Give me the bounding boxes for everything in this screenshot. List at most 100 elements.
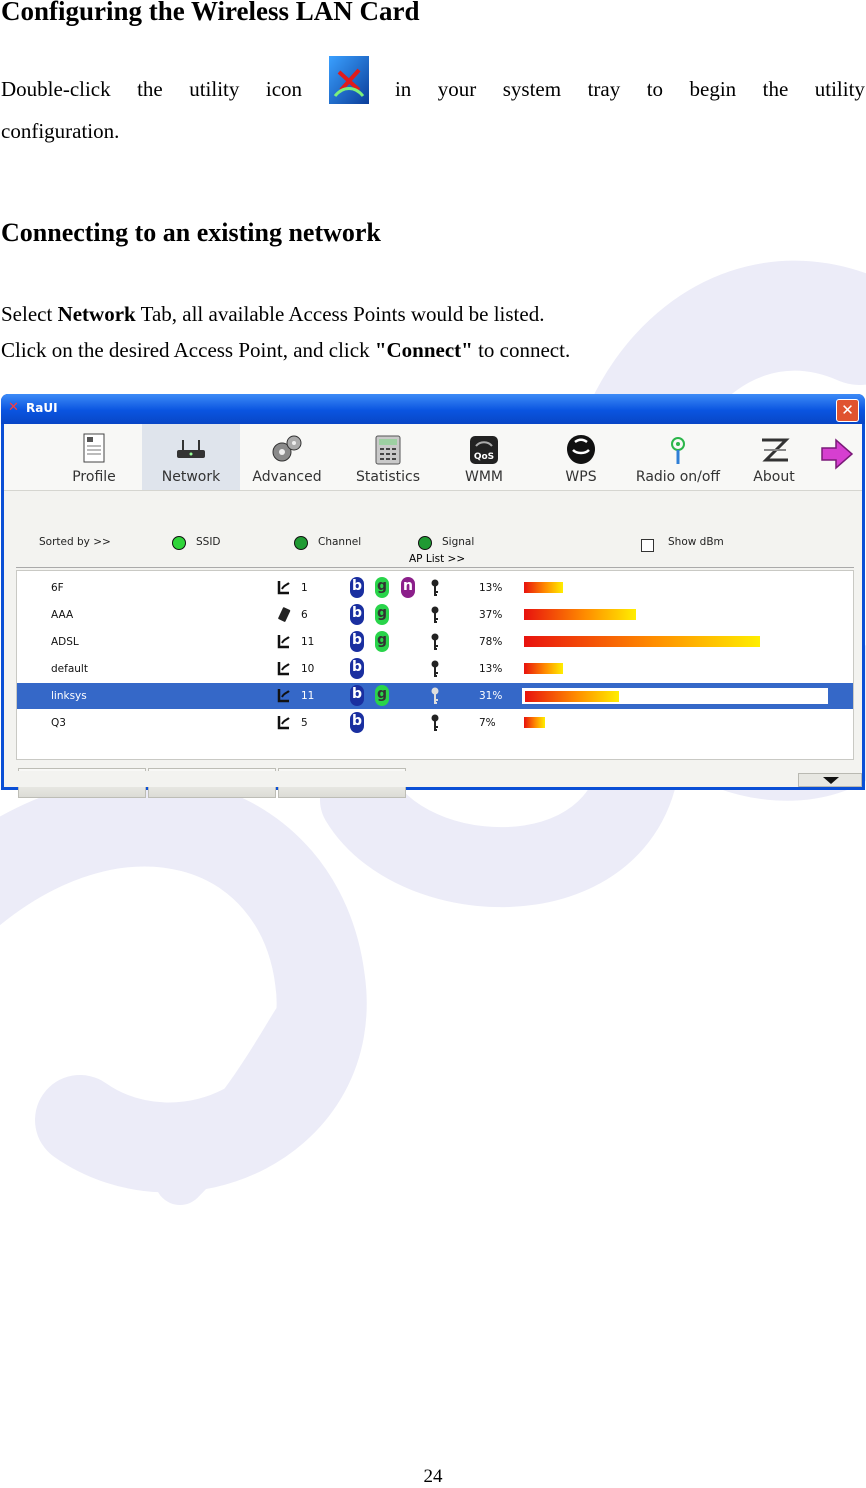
ap-row[interactable]: linksys 11 b g 31% <box>17 683 853 709</box>
ap-signal-percent: 78% <box>479 636 503 648</box>
mode-b-badge: b <box>350 604 364 625</box>
raui-window: ✕ RaUI ✕ Profile Network Advanced Statistic… <box>1 394 865 798</box>
sort-signal-radio[interactable] <box>418 536 432 550</box>
intro-word: the <box>762 77 789 101</box>
profile-icon <box>83 433 105 463</box>
sort-signal-label[interactable]: Signal <box>442 536 474 548</box>
instruction-line-1: Select Network Tab, all available Access… <box>1 296 570 332</box>
signal-bar-fill <box>524 582 563 593</box>
infrastructure-icon <box>277 581 290 595</box>
ap-row[interactable]: ADSL 11 b g 78% <box>17 629 853 655</box>
window-client: Profile Network Advanced Statistics QoS WMM WP… <box>4 424 862 798</box>
ap-channel: 10 <box>301 663 315 675</box>
ap-channel: 11 <box>301 690 315 702</box>
intro-word: Double-click <box>1 77 111 101</box>
ap-ssid: Q3 <box>51 717 66 729</box>
instr-text: to connect. <box>472 338 571 362</box>
ap-channel: 11 <box>301 636 315 648</box>
mode-b-badge: b <box>350 712 364 733</box>
expand-down-icon[interactable] <box>798 773 862 787</box>
infrastructure-icon <box>277 662 290 676</box>
ap-ssid: default <box>51 663 88 675</box>
sort-channel-radio[interactable] <box>294 536 308 550</box>
intro-word: begin <box>689 77 737 101</box>
instr-text: Select <box>1 302 58 326</box>
show-dbm-label[interactable]: Show dBm <box>668 536 724 548</box>
ap-list-divider <box>16 567 854 568</box>
utility-tray-icon <box>328 56 369 104</box>
intro-word: utility <box>814 77 865 101</box>
window-titlebar[interactable]: ✕ RaUI ✕ <box>1 394 865 424</box>
statistics-icon <box>375 435 401 465</box>
tab-label: Network <box>161 469 221 485</box>
signal-bar-fill <box>524 609 636 620</box>
page-heading: Configuring the Wireless LAN Card <box>1 0 420 26</box>
intro-line-2: configuration. <box>1 119 120 143</box>
ap-channel: 1 <box>301 582 308 594</box>
infrastructure-icon <box>277 689 290 703</box>
page-number: 24 <box>423 1466 443 1487</box>
next-arrow-icon[interactable] <box>820 438 854 470</box>
ap-signal-percent: 13% <box>479 663 503 675</box>
sort-ssid-radio[interactable] <box>172 536 186 550</box>
instr-text: Tab, all available Access Points would b… <box>135 302 545 326</box>
mode-g-badge: g <box>375 685 389 706</box>
intro-paragraph: Double-click the utility icon in your sy… <box>1 56 865 148</box>
tab-label: Profile <box>72 469 116 485</box>
tab-profile[interactable]: Profile <box>66 424 122 490</box>
section-heading: Connecting to an existing network <box>1 218 381 247</box>
ap-row[interactable]: AAA 6 b g 37% <box>17 602 853 628</box>
signal-bar <box>521 633 829 651</box>
encryption-key-icon <box>431 579 439 596</box>
ap-row[interactable]: 6F 1 b g n 13% <box>17 575 853 601</box>
intro-word: tray <box>587 77 621 101</box>
advanced-icon <box>272 435 302 462</box>
signal-bar <box>521 606 829 624</box>
ap-ssid: linksys <box>51 690 87 702</box>
signal-bar-fill <box>525 691 619 702</box>
tab-statistics[interactable]: Statistics <box>346 424 430 490</box>
instr-network-word: Network <box>57 302 136 326</box>
sort-channel-label[interactable]: Channel <box>318 536 361 548</box>
about-icon <box>762 438 790 462</box>
tab-label: Advanced <box>252 469 322 485</box>
toolbar: Profile Network Advanced Statistics QoS WMM WP… <box>4 424 862 491</box>
wmm-icon: QoS <box>470 436 498 464</box>
signal-bar-fill <box>524 663 563 674</box>
tab-network[interactable]: Network <box>142 424 240 490</box>
signal-bar <box>521 714 829 732</box>
close-button[interactable]: ✕ <box>836 399 859 422</box>
tab-wmm[interactable]: QoS WMM <box>452 424 516 490</box>
instruction-line-2: Click on the desired Access Point, and c… <box>1 332 570 368</box>
infrastructure-icon <box>277 635 290 649</box>
adhoc-icon <box>278 607 291 622</box>
encryption-key-icon <box>431 687 439 704</box>
infrastructure-icon <box>277 716 290 730</box>
ap-signal-percent: 37% <box>479 609 503 621</box>
tab-radio-on-off[interactable]: Radio on/off <box>626 424 730 490</box>
instr-text: Click on the desired Access Point, and c… <box>1 338 375 362</box>
tab-wps[interactable]: WPS <box>554 424 608 490</box>
wps-icon <box>567 435 595 464</box>
intro-line-1: Double-click the utility icon in your sy… <box>1 56 865 114</box>
encryption-key-icon <box>431 606 439 623</box>
ap-row[interactable]: Q3 5 b 7% <box>17 710 853 736</box>
ap-row[interactable]: default 10 b 13% <box>17 656 853 682</box>
show-dbm-checkbox[interactable] <box>641 539 654 552</box>
ap-channel: 6 <box>301 609 308 621</box>
sort-ssid-label[interactable]: SSID <box>196 536 221 548</box>
signal-bar-fill <box>524 636 760 647</box>
instructions: Select Network Tab, all available Access… <box>1 296 570 368</box>
signal-bar <box>521 579 829 597</box>
ap-ssid: AAA <box>51 609 74 621</box>
tab-about[interactable]: About <box>744 424 804 490</box>
status-bar <box>4 771 862 787</box>
encryption-key-icon <box>431 633 439 650</box>
mode-b-badge: b <box>350 685 364 706</box>
signal-bar <box>521 687 829 705</box>
radio-icon <box>671 437 685 464</box>
ap-ssid: ADSL <box>51 636 79 648</box>
ap-signal-percent: 13% <box>479 582 503 594</box>
tab-advanced[interactable]: Advanced <box>244 424 330 490</box>
instr-connect-word: "Connect" <box>374 338 473 362</box>
